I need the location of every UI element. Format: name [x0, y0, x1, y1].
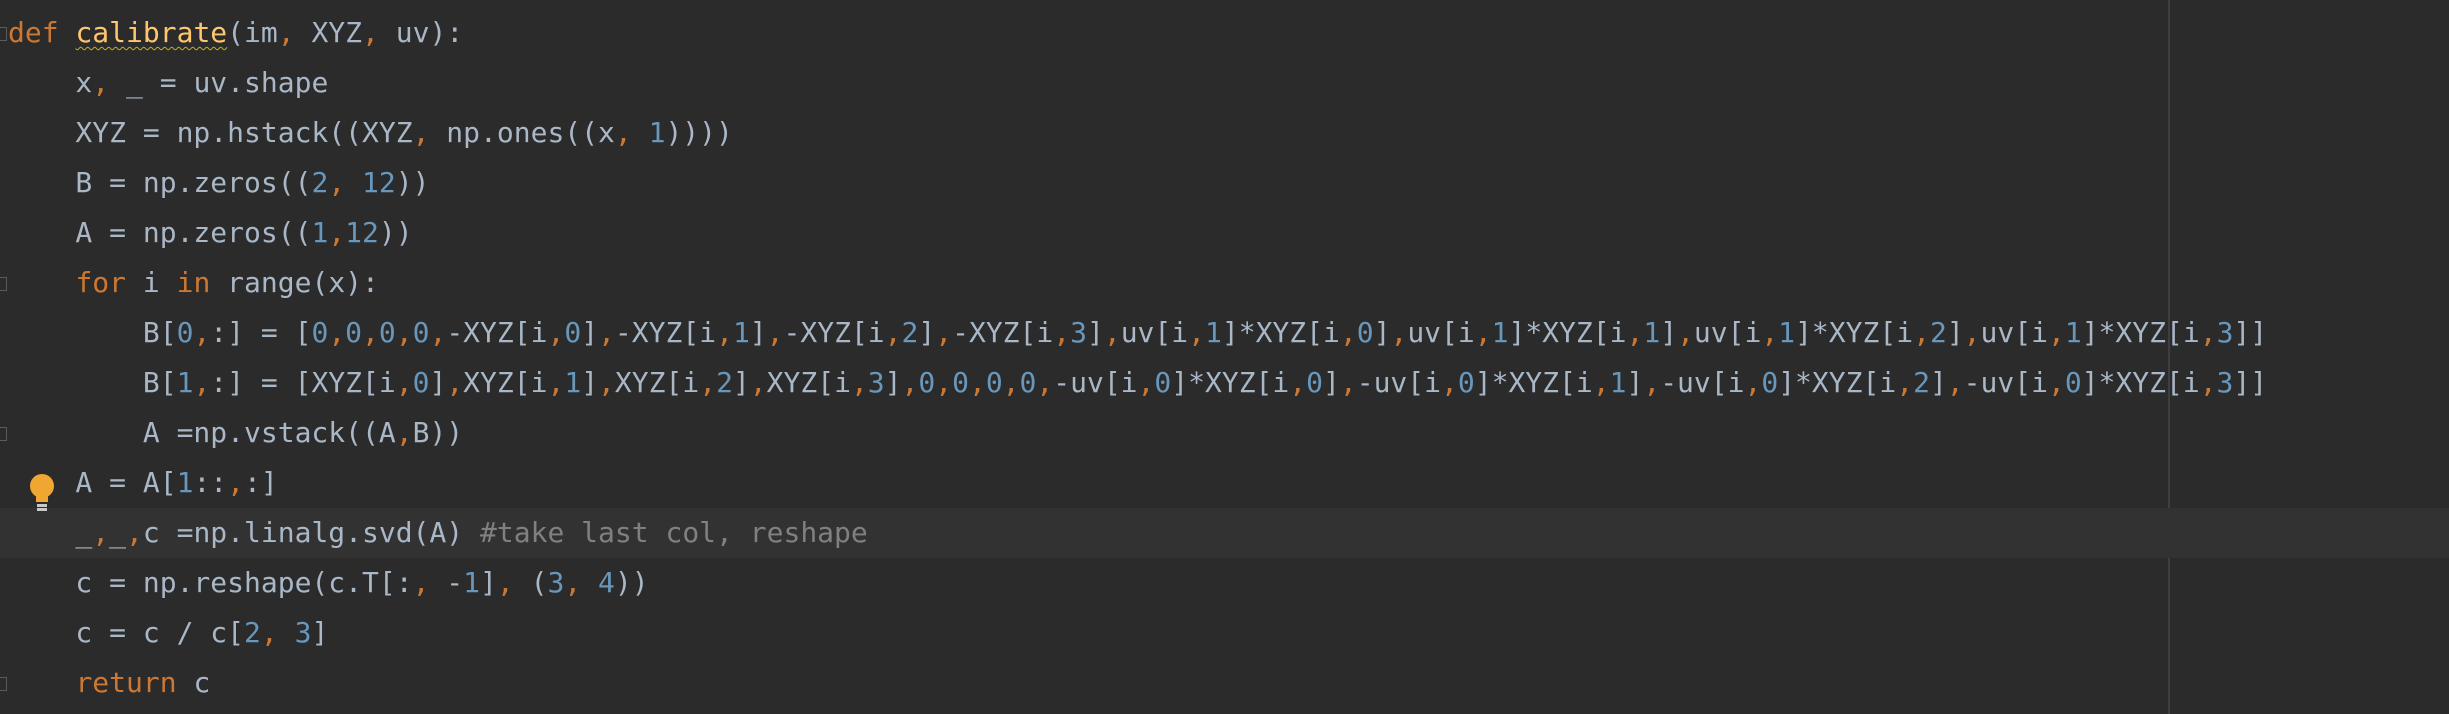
code-line-8[interactable]: B[1,:] = [XYZ[i,0],XYZ[i,1],XYZ[i,2],XYZ…: [0, 358, 2449, 408]
code-line-5[interactable]: A = np.zeros((1,12)): [0, 208, 2449, 258]
code-line-10[interactable]: A = A[1::,:]: [0, 458, 2449, 508]
code-text[interactable]: B[0,:] = [0,0,0,0,-XYZ[i,0],-XYZ[i,1],-X…: [8, 308, 2267, 358]
code-text[interactable]: c = np.reshape(c.T[:, -1], (3, 4)): [8, 558, 648, 608]
code-line-2[interactable]: x, _ = uv.shape: [0, 58, 2449, 108]
code-text[interactable]: B = np.zeros((2, 12)): [8, 158, 429, 208]
code-text[interactable]: def calibrate(im, XYZ, uv):: [8, 8, 463, 58]
fold-marker-icon[interactable]: [0, 427, 7, 441]
code-line-13[interactable]: c = c / c[2, 3]: [0, 608, 2449, 658]
lightbulb-icon[interactable]: [28, 472, 56, 512]
code-line-14[interactable]: return c: [0, 658, 2449, 708]
code-text[interactable]: B[1,:] = [XYZ[i,0],XYZ[i,1],XYZ[i,2],XYZ…: [8, 358, 2267, 408]
code-line-3[interactable]: XYZ = np.hstack((XYZ, np.ones((x, 1)))): [0, 108, 2449, 158]
code-line-11-current[interactable]: _,_,c =np.linalg.svd(A) #take last col, …: [0, 508, 2449, 558]
code-line-12[interactable]: c = np.reshape(c.T[:, -1], (3, 4)): [0, 558, 2449, 608]
fold-marker-icon[interactable]: [0, 27, 7, 41]
code-text[interactable]: XYZ = np.hstack((XYZ, np.ones((x, 1)))): [8, 108, 732, 158]
code-text[interactable]: A =np.vstack((A,B)): [8, 408, 463, 458]
code-text[interactable]: c = c / c[2, 3]: [8, 608, 328, 658]
code-editor[interactable]: def calibrate(im, XYZ, uv): x, _ = uv.sh…: [0, 0, 2449, 714]
fold-marker-icon[interactable]: [0, 277, 7, 291]
fold-marker-icon[interactable]: [0, 677, 7, 691]
code-text[interactable]: x, _ = uv.shape: [8, 58, 328, 108]
code-line-4[interactable]: B = np.zeros((2, 12)): [0, 158, 2449, 208]
code-line-9[interactable]: A =np.vstack((A,B)): [0, 408, 2449, 458]
code-text[interactable]: A = np.zeros((1,12)): [8, 208, 412, 258]
code-line-1[interactable]: def calibrate(im, XYZ, uv):: [0, 8, 2449, 58]
code-text[interactable]: for i in range(x):: [8, 258, 378, 308]
code-line-6[interactable]: for i in range(x):: [0, 258, 2449, 308]
code-line-7[interactable]: B[0,:] = [0,0,0,0,-XYZ[i,0],-XYZ[i,1],-X…: [0, 308, 2449, 358]
code-text[interactable]: return c: [8, 658, 210, 708]
code-text[interactable]: _,_,c =np.linalg.svd(A) #take last col, …: [8, 508, 867, 558]
